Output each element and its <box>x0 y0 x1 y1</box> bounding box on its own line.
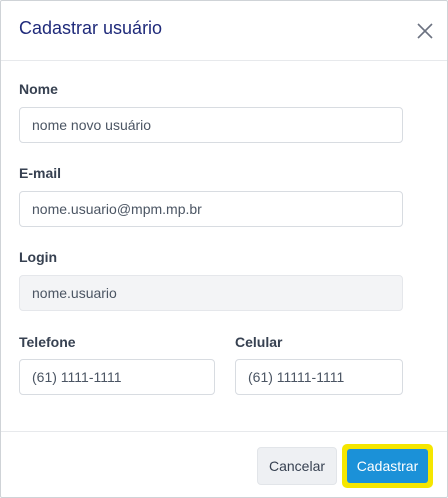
email-input[interactable] <box>19 191 403 227</box>
dialog-header: Cadastrar usuário <box>1 1 447 61</box>
login-input <box>19 275 403 311</box>
submit-highlight: Cadastrar <box>342 444 433 488</box>
cancel-button[interactable]: Cancelar <box>257 447 337 485</box>
submit-button[interactable]: Cadastrar <box>347 449 428 483</box>
celular-input[interactable] <box>235 359 403 395</box>
telefone-label: Telefone <box>19 334 76 350</box>
nome-label: Nome <box>19 81 58 97</box>
dialog-title: Cadastrar usuário <box>19 18 163 38</box>
telefone-input[interactable] <box>19 359 215 395</box>
nome-input[interactable] <box>19 107 403 143</box>
celular-label: Celular <box>235 334 283 350</box>
close-icon[interactable] <box>413 19 437 43</box>
close-icon-glyph <box>417 23 433 39</box>
register-user-dialog: Cadastrar usuário Nome E-mail Login Tele… <box>0 0 448 498</box>
email-label: E-mail <box>19 165 62 181</box>
footer-divider <box>1 431 447 432</box>
login-label: Login <box>19 249 58 265</box>
